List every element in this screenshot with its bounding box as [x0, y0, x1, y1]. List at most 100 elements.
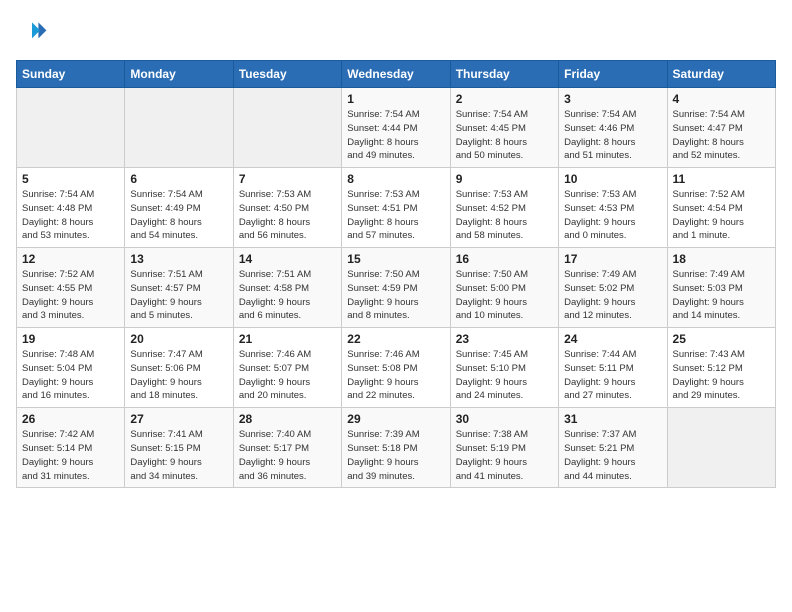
calendar-cell: 12 Sunrise: 7:52 AMSunset: 4:55 PMDayligh…: [17, 248, 125, 328]
day-info: Sunrise: 7:49 AMSunset: 5:02 PMDaylight:…: [564, 268, 661, 323]
day-number: 14: [239, 252, 336, 266]
calendar-week-row: 26 Sunrise: 7:42 AMSunset: 5:14 PMDayligh…: [17, 408, 776, 488]
day-info: Sunrise: 7:42 AMSunset: 5:14 PMDaylight:…: [22, 428, 119, 483]
day-info: Sunrise: 7:41 AMSunset: 5:15 PMDaylight:…: [130, 428, 227, 483]
day-info: Sunrise: 7:54 AMSunset: 4:48 PMDaylight:…: [22, 188, 119, 243]
day-info: Sunrise: 7:53 AMSunset: 4:51 PMDaylight:…: [347, 188, 444, 243]
day-number: 1: [347, 92, 444, 106]
weekday-header-tuesday: Tuesday: [233, 61, 341, 88]
weekday-header-wednesday: Wednesday: [342, 61, 450, 88]
day-number: 4: [673, 92, 770, 106]
calendar-cell: 14 Sunrise: 7:51 AMSunset: 4:58 PMDayligh…: [233, 248, 341, 328]
calendar-cell: 13 Sunrise: 7:51 AMSunset: 4:57 PMDayligh…: [125, 248, 233, 328]
calendar-table: SundayMondayTuesdayWednesdayThursdayFrid…: [16, 60, 776, 488]
day-info: Sunrise: 7:54 AMSunset: 4:47 PMDaylight:…: [673, 108, 770, 163]
day-number: 19: [22, 332, 119, 346]
calendar-cell: [233, 88, 341, 168]
logo-icon: [16, 16, 48, 48]
day-info: Sunrise: 7:47 AMSunset: 5:06 PMDaylight:…: [130, 348, 227, 403]
calendar-cell: 25Sunrise: 7:43 AMSunset: 5:12 PMDayligh…: [667, 328, 775, 408]
calendar-cell: [17, 88, 125, 168]
calendar-cell: 29 Sunrise: 7:39 AMSunset: 5:18 PMDayligh…: [342, 408, 450, 488]
day-info: Sunrise: 7:43 AMSunset: 5:12 PMDaylight:…: [673, 348, 770, 403]
calendar-cell: 22 Sunrise: 7:46 AMSunset: 5:08 PMDayligh…: [342, 328, 450, 408]
day-info: Sunrise: 7:45 AMSunset: 5:10 PMDaylight:…: [456, 348, 553, 403]
calendar-cell: 7Sunrise: 7:53 AMSunset: 4:50 PMDaylight…: [233, 168, 341, 248]
calendar-cell: [125, 88, 233, 168]
calendar-cell: 21 Sunrise: 7:46 AMSunset: 5:07 PMDayligh…: [233, 328, 341, 408]
day-number: 28: [239, 412, 336, 426]
day-info: Sunrise: 7:46 AMSunset: 5:08 PMDaylight:…: [347, 348, 444, 403]
calendar-cell: 24 Sunrise: 7:44 AMSunset: 5:11 PMDayligh…: [559, 328, 667, 408]
weekday-header-thursday: Thursday: [450, 61, 558, 88]
calendar-cell: 31Sunrise: 7:37 AMSunset: 5:21 PMDayligh…: [559, 408, 667, 488]
day-info: Sunrise: 7:51 AMSunset: 4:58 PMDaylight:…: [239, 268, 336, 323]
weekday-header-monday: Monday: [125, 61, 233, 88]
day-number: 10: [564, 172, 661, 186]
day-info: Sunrise: 7:49 AMSunset: 5:03 PMDaylight:…: [673, 268, 770, 323]
day-info: Sunrise: 7:50 AMSunset: 5:00 PMDaylight:…: [456, 268, 553, 323]
calendar-cell: 27 Sunrise: 7:41 AMSunset: 5:15 PMDayligh…: [125, 408, 233, 488]
day-number: 8: [347, 172, 444, 186]
day-number: 21: [239, 332, 336, 346]
day-number: 5: [22, 172, 119, 186]
day-info: Sunrise: 7:50 AMSunset: 4:59 PMDaylight:…: [347, 268, 444, 323]
day-number: 22: [347, 332, 444, 346]
calendar-cell: 6 Sunrise: 7:54 AMSunset: 4:49 PMDaylight…: [125, 168, 233, 248]
day-info: Sunrise: 7:54 AMSunset: 4:49 PMDaylight:…: [130, 188, 227, 243]
day-info: Sunrise: 7:52 AMSunset: 4:54 PMDaylight:…: [673, 188, 770, 243]
day-info: Sunrise: 7:53 AMSunset: 4:53 PMDaylight:…: [564, 188, 661, 243]
calendar-week-row: 1Sunrise: 7:54 AMSunset: 4:44 PMDaylight…: [17, 88, 776, 168]
day-info: Sunrise: 7:54 AMSunset: 4:46 PMDaylight:…: [564, 108, 661, 163]
calendar-cell: 8 Sunrise: 7:53 AMSunset: 4:51 PMDaylight…: [342, 168, 450, 248]
page-header: [16, 16, 776, 48]
weekday-header-saturday: Saturday: [667, 61, 775, 88]
day-number: 3: [564, 92, 661, 106]
calendar-cell: 4 Sunrise: 7:54 AMSunset: 4:47 PMDaylight…: [667, 88, 775, 168]
day-info: Sunrise: 7:46 AMSunset: 5:07 PMDaylight:…: [239, 348, 336, 403]
calendar-cell: 1Sunrise: 7:54 AMSunset: 4:44 PMDaylight…: [342, 88, 450, 168]
day-number: 6: [130, 172, 227, 186]
calendar-cell: 10 Sunrise: 7:53 AMSunset: 4:53 PMDayligh…: [559, 168, 667, 248]
day-number: 7: [239, 172, 336, 186]
calendar-week-row: 12 Sunrise: 7:52 AMSunset: 4:55 PMDayligh…: [17, 248, 776, 328]
calendar-week-row: 5 Sunrise: 7:54 AMSunset: 4:48 PMDaylight…: [17, 168, 776, 248]
day-number: 27: [130, 412, 227, 426]
calendar-cell: 9 Sunrise: 7:53 AMSunset: 4:52 PMDaylight…: [450, 168, 558, 248]
day-number: 31: [564, 412, 661, 426]
day-info: Sunrise: 7:48 AMSunset: 5:04 PMDaylight:…: [22, 348, 119, 403]
calendar-cell: 2 Sunrise: 7:54 AMSunset: 4:45 PMDaylight…: [450, 88, 558, 168]
day-number: 20: [130, 332, 227, 346]
day-number: 24: [564, 332, 661, 346]
calendar-cell: 18Sunrise: 7:49 AMSunset: 5:03 PMDayligh…: [667, 248, 775, 328]
calendar-cell: 16 Sunrise: 7:50 AMSunset: 5:00 PMDayligh…: [450, 248, 558, 328]
day-number: 9: [456, 172, 553, 186]
calendar-cell: 26 Sunrise: 7:42 AMSunset: 5:14 PMDayligh…: [17, 408, 125, 488]
day-number: 26: [22, 412, 119, 426]
logo: [16, 16, 52, 48]
day-info: Sunrise: 7:39 AMSunset: 5:18 PMDaylight:…: [347, 428, 444, 483]
calendar-cell: 5 Sunrise: 7:54 AMSunset: 4:48 PMDaylight…: [17, 168, 125, 248]
calendar-cell: 28 Sunrise: 7:40 AMSunset: 5:17 PMDayligh…: [233, 408, 341, 488]
calendar-week-row: 19 Sunrise: 7:48 AMSunset: 5:04 PMDayligh…: [17, 328, 776, 408]
calendar-cell: [667, 408, 775, 488]
day-number: 30: [456, 412, 553, 426]
day-number: 2: [456, 92, 553, 106]
day-info: Sunrise: 7:53 AMSunset: 4:52 PMDaylight:…: [456, 188, 553, 243]
day-info: Sunrise: 7:52 AMSunset: 4:55 PMDaylight:…: [22, 268, 119, 323]
calendar-cell: 11Sunrise: 7:52 AMSunset: 4:54 PMDayligh…: [667, 168, 775, 248]
day-info: Sunrise: 7:54 AMSunset: 4:45 PMDaylight:…: [456, 108, 553, 163]
day-number: 16: [456, 252, 553, 266]
calendar-cell: 30Sunrise: 7:38 AMSunset: 5:19 PMDayligh…: [450, 408, 558, 488]
day-info: Sunrise: 7:40 AMSunset: 5:17 PMDaylight:…: [239, 428, 336, 483]
day-number: 13: [130, 252, 227, 266]
day-info: Sunrise: 7:51 AMSunset: 4:57 PMDaylight:…: [130, 268, 227, 323]
day-info: Sunrise: 7:44 AMSunset: 5:11 PMDaylight:…: [564, 348, 661, 403]
calendar-cell: 23 Sunrise: 7:45 AMSunset: 5:10 PMDayligh…: [450, 328, 558, 408]
day-number: 29: [347, 412, 444, 426]
calendar-cell: 15Sunrise: 7:50 AMSunset: 4:59 PMDayligh…: [342, 248, 450, 328]
day-number: 12: [22, 252, 119, 266]
weekday-header-friday: Friday: [559, 61, 667, 88]
calendar-cell: 17Sunrise: 7:49 AMSunset: 5:02 PMDayligh…: [559, 248, 667, 328]
day-number: 23: [456, 332, 553, 346]
